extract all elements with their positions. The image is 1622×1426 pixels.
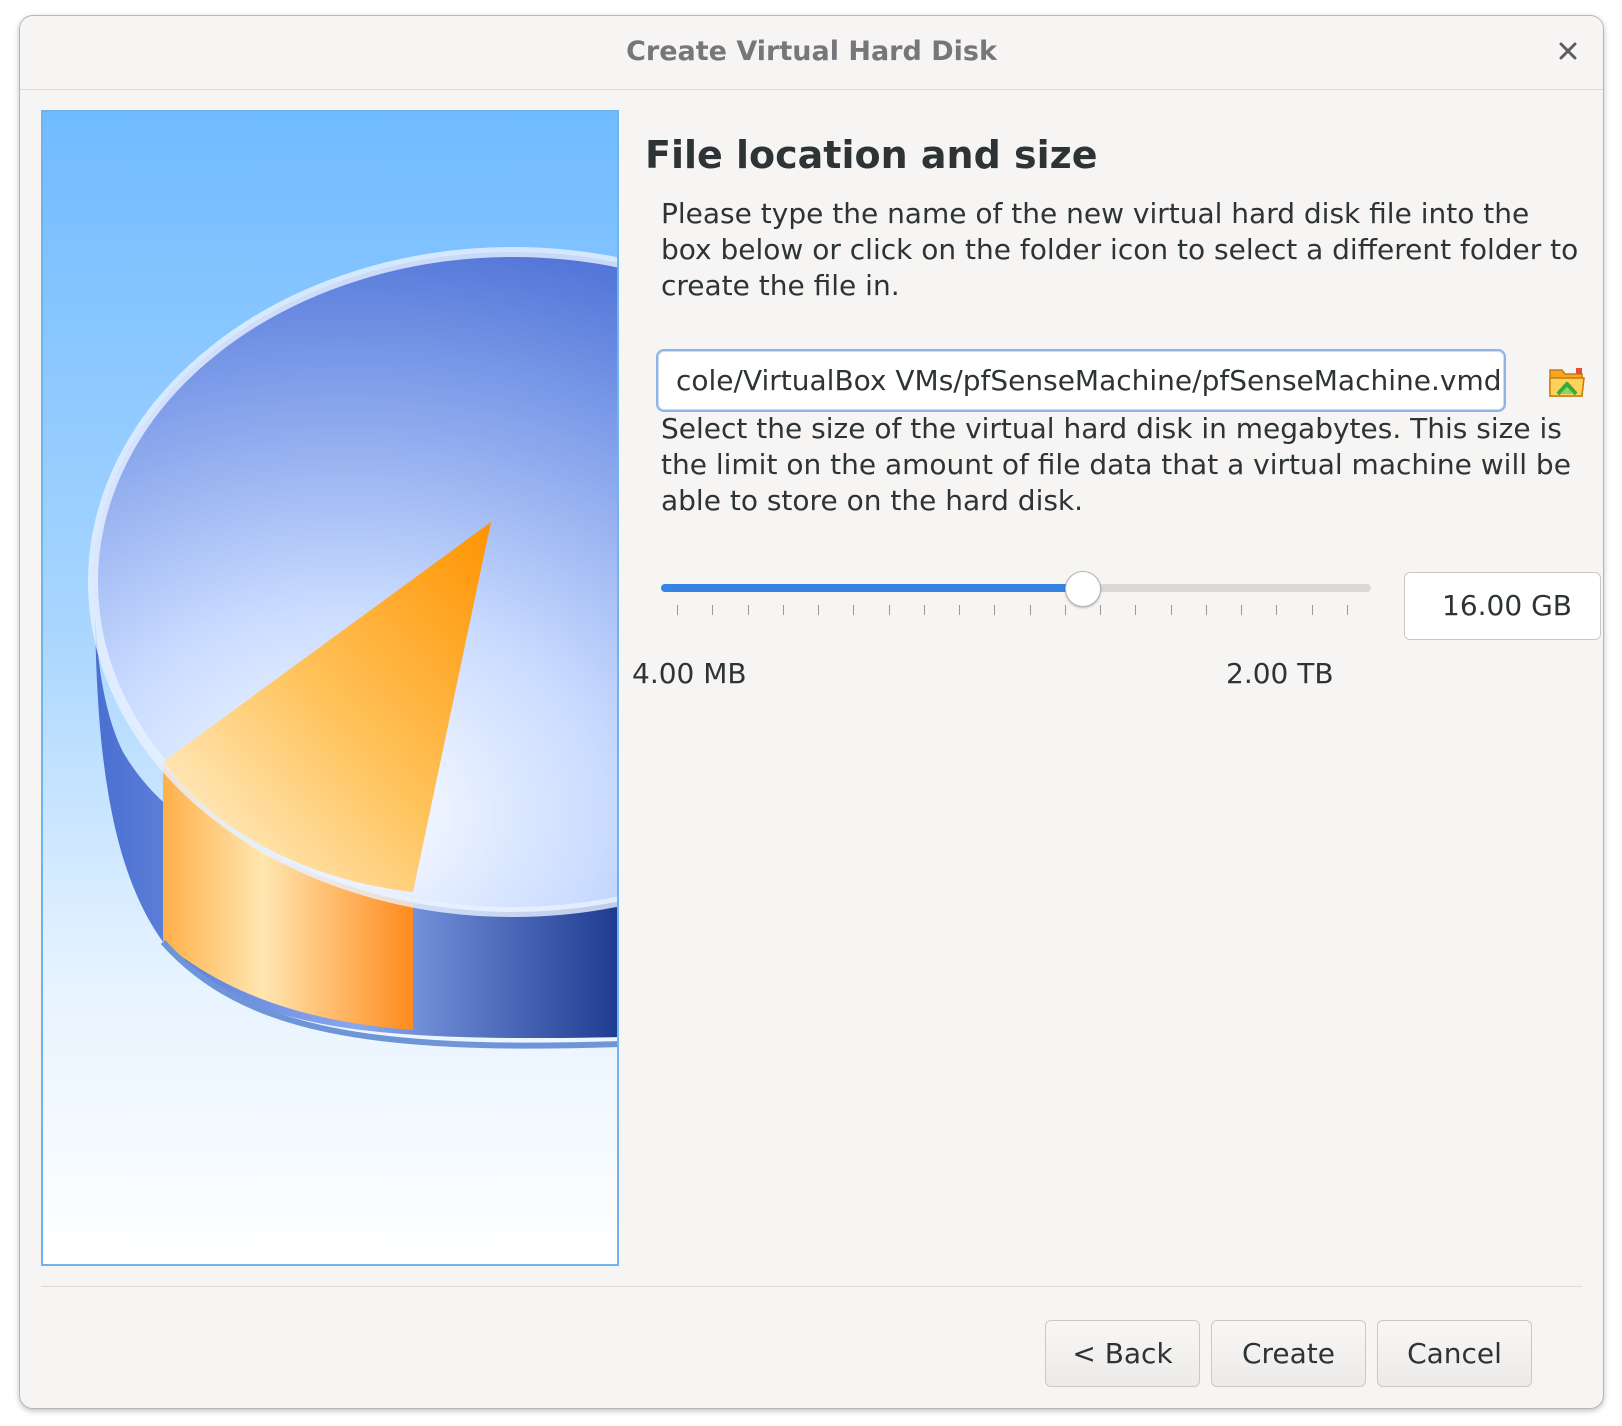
slider-tick (677, 605, 678, 615)
location-description: Please type the name of the new virtual … (661, 197, 1579, 302)
page-title: File location and size (645, 133, 1098, 177)
file-path-input[interactable]: cole/VirtualBox VMs/pfSenseMachine/pfSen… (656, 349, 1506, 412)
slider-tick (1206, 605, 1207, 615)
close-button[interactable] (1551, 34, 1585, 68)
slider-tick (924, 605, 925, 615)
back-button[interactable]: < Back (1045, 1320, 1200, 1387)
wizard-side-illustration (41, 110, 619, 1266)
close-icon (1559, 42, 1577, 60)
file-path-value: cole/VirtualBox VMs/pfSenseMachine/pfSen… (676, 364, 1506, 397)
slider-handle[interactable] (1065, 571, 1101, 607)
title-bar: Create Virtual Hard Disk (20, 16, 1603, 90)
slider-tick (994, 605, 995, 615)
slider-tick (818, 605, 819, 615)
slider-tick (1135, 605, 1136, 615)
slider-tick (1065, 605, 1066, 615)
slider-tick (1100, 605, 1101, 615)
create-virtual-hard-disk-dialog: Create Virtual Hard Disk File location a… (19, 15, 1604, 1409)
folder-icon (1549, 368, 1585, 397)
hard-disk-pie-illustration (88, 247, 617, 1049)
slider-tick (1347, 605, 1348, 615)
slider-tick (1276, 605, 1277, 615)
choose-folder-button[interactable] (1546, 360, 1588, 402)
size-description: Select the size of the virtual hard disk… (661, 412, 1571, 517)
slider-fill (661, 584, 1083, 592)
slider-tick (748, 605, 749, 615)
slider-tick (1241, 605, 1242, 615)
slider-tick (1312, 605, 1313, 615)
range-min-label: 4.00 MB (632, 657, 747, 690)
range-max-label: 2.00 TB (1226, 657, 1334, 690)
window-title: Create Virtual Hard Disk (626, 36, 997, 67)
cancel-button[interactable]: Cancel (1377, 1320, 1532, 1387)
button-separator (41, 1286, 1582, 1287)
create-button[interactable]: Create (1211, 1320, 1366, 1387)
slider-tick (1030, 605, 1031, 615)
slider-tick (783, 605, 784, 615)
slider-tick (1171, 605, 1172, 615)
slider-tick (853, 605, 854, 615)
disk-size-field[interactable]: 16.00 GB (1404, 572, 1601, 640)
slider-tick (959, 605, 960, 615)
slider-tick (889, 605, 890, 615)
slider-ticks (661, 605, 1371, 617)
disk-size-slider[interactable] (661, 571, 1383, 621)
slider-tick (712, 605, 713, 615)
